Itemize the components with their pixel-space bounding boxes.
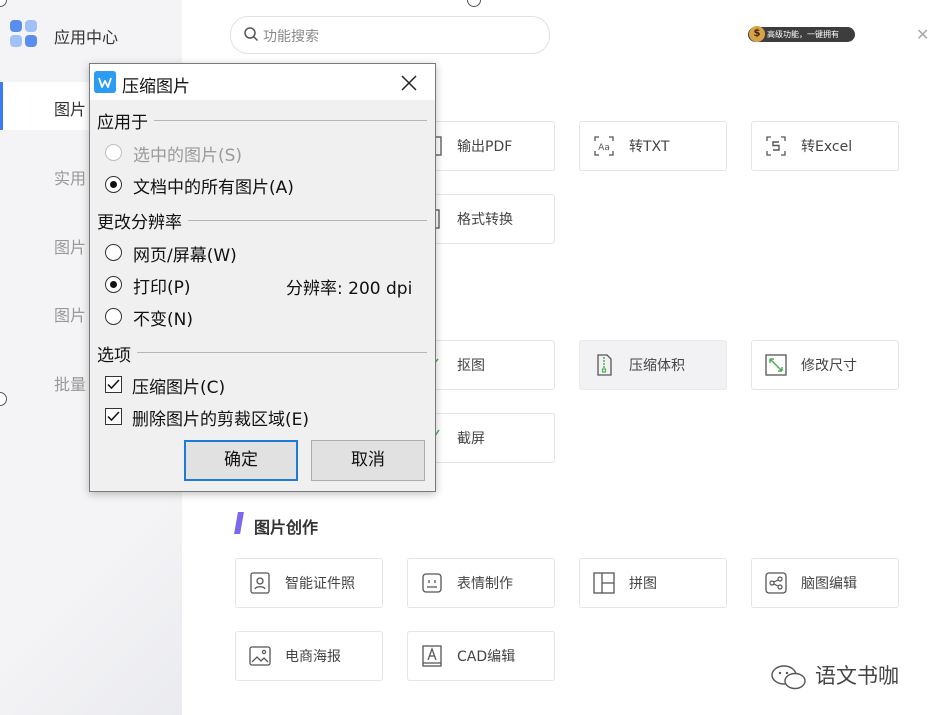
tool-label: 修改尺寸	[801, 358, 857, 374]
tool-card-resize[interactable]: 修改尺寸	[751, 340, 899, 390]
sidebar-item-batch[interactable]: 批量	[54, 371, 86, 395]
group-label-apply-to: 应用于	[97, 113, 148, 133]
checkbox[interactable]	[105, 376, 122, 393]
cancel-button[interactable]: 取消	[311, 440, 425, 481]
app-title: 应用中心	[54, 28, 119, 47]
search-placeholder: 功能搜索	[263, 29, 319, 45]
tool-label: 电商海报	[285, 649, 341, 665]
premium-badge[interactable]: $ 高级功能，一键拥有	[748, 26, 855, 42]
dialog-title: 压缩图片	[122, 77, 190, 97]
tool-label: 表情制作	[457, 576, 513, 592]
group-divider	[188, 220, 427, 221]
tool-label: 压缩体积	[629, 358, 685, 374]
sidebar-item-image-3[interactable]: 图片	[54, 302, 86, 326]
radio-label: 网页/屏幕(W)	[133, 246, 237, 266]
resize-icon	[765, 354, 787, 376]
tool-label: 转Excel	[801, 139, 853, 155]
tool-label: 拼图	[629, 576, 657, 592]
poster-icon	[249, 646, 271, 666]
group-divider	[137, 352, 427, 353]
sidebar-item-image-2[interactable]: 图片	[54, 234, 86, 258]
radio-label: 选中的图片(S)	[133, 146, 243, 166]
group-label-resolution: 更改分辨率	[97, 213, 182, 233]
collage-icon	[593, 572, 615, 594]
excel-convert-icon	[766, 136, 786, 156]
checkbox-label: 删除图片的剪裁区域(E)	[132, 410, 310, 430]
coin-icon: $	[749, 26, 765, 42]
radio-button[interactable]	[105, 308, 122, 325]
tool-card-id-photo[interactable]: 智能证件照	[235, 558, 383, 608]
tool-card-ecommerce-poster[interactable]: 电商海报	[235, 631, 383, 681]
group-label-options: 选项	[97, 346, 131, 366]
tool-card-cad-edit[interactable]: CAD编辑	[407, 631, 555, 681]
mindmap-icon	[765, 572, 787, 594]
tool-card-emoji[interactable]: 表情制作	[407, 558, 555, 608]
tool-label: 抠图	[457, 358, 485, 374]
wechat-icon	[771, 665, 806, 690]
tool-label: 格式转换	[457, 212, 513, 228]
id-photo-icon	[250, 572, 270, 594]
app-center-logo-icon	[10, 20, 38, 48]
tool-card-collage[interactable]: 拼图	[579, 558, 727, 608]
tool-card-compress-size[interactable]: 压缩体积	[579, 340, 727, 390]
text-convert-icon: Aa	[594, 136, 614, 156]
svg-text:Aa: Aa	[598, 143, 610, 153]
radio-button[interactable]	[105, 244, 122, 261]
radio-button[interactable]	[105, 176, 122, 193]
group-divider	[154, 120, 427, 121]
search-icon	[244, 27, 259, 42]
checkbox-label: 压缩图片(C)	[132, 378, 226, 398]
premium-text: 高级功能，一键拥有	[767, 30, 839, 39]
tool-card-to-txt[interactable]: Aa 转TXT	[579, 121, 727, 171]
checkbox[interactable]	[105, 408, 122, 425]
tool-label: 截屏	[457, 431, 485, 447]
ok-button[interactable]: 确定	[184, 440, 298, 481]
tool-card-to-excel[interactable]: 转Excel	[751, 121, 899, 171]
tool-label: 智能证件照	[285, 576, 355, 592]
dpi-label: 分辨率:	[286, 279, 343, 299]
check-icon	[107, 411, 120, 422]
tool-card-mindmap[interactable]: 脑图编辑	[751, 558, 899, 608]
radio-button[interactable]	[105, 276, 122, 293]
search-input[interactable]: 功能搜索	[230, 16, 550, 54]
dialog-titlebar[interactable]: 压缩图片	[90, 64, 435, 100]
sidebar-item-image[interactable]: 图片	[54, 96, 86, 120]
resize-handle[interactable]	[467, 0, 481, 7]
tool-label: 脑图编辑	[801, 576, 857, 592]
sidebar-item-utility[interactable]: 实用	[54, 165, 86, 189]
tool-label: CAD编辑	[457, 649, 516, 665]
check-icon	[107, 379, 120, 390]
radio-button[interactable]	[105, 144, 122, 161]
cad-icon	[422, 645, 442, 667]
wps-logo-icon	[94, 71, 116, 93]
dpi-readout: 分辨率: 200 dpi	[286, 274, 412, 299]
section-accent-bar	[234, 512, 244, 534]
tool-label: 转TXT	[629, 139, 670, 155]
radio-label: 打印(P)	[133, 278, 191, 298]
close-icon[interactable]: ✕	[916, 25, 929, 44]
watermark-text: 语文书咖	[815, 664, 899, 688]
sidebar-active-indicator	[0, 82, 3, 130]
emoji-icon	[422, 573, 442, 593]
radio-label: 不变(N)	[133, 310, 193, 330]
section-title-image-creation: 图片创作	[254, 518, 319, 537]
close-icon[interactable]	[398, 72, 420, 94]
radio-label: 文档中的所有图片(A)	[133, 178, 294, 198]
tool-label: 输出PDF	[457, 139, 513, 155]
dpi-value: 200 dpi	[348, 279, 413, 299]
sidebar-decoration	[0, 495, 182, 715]
compress-file-icon	[597, 354, 612, 376]
compress-images-dialog: 压缩图片 应用于 选中的图片(S) 文档中的所有图片(A) 更改分辨率 网页/屏…	[89, 63, 436, 492]
